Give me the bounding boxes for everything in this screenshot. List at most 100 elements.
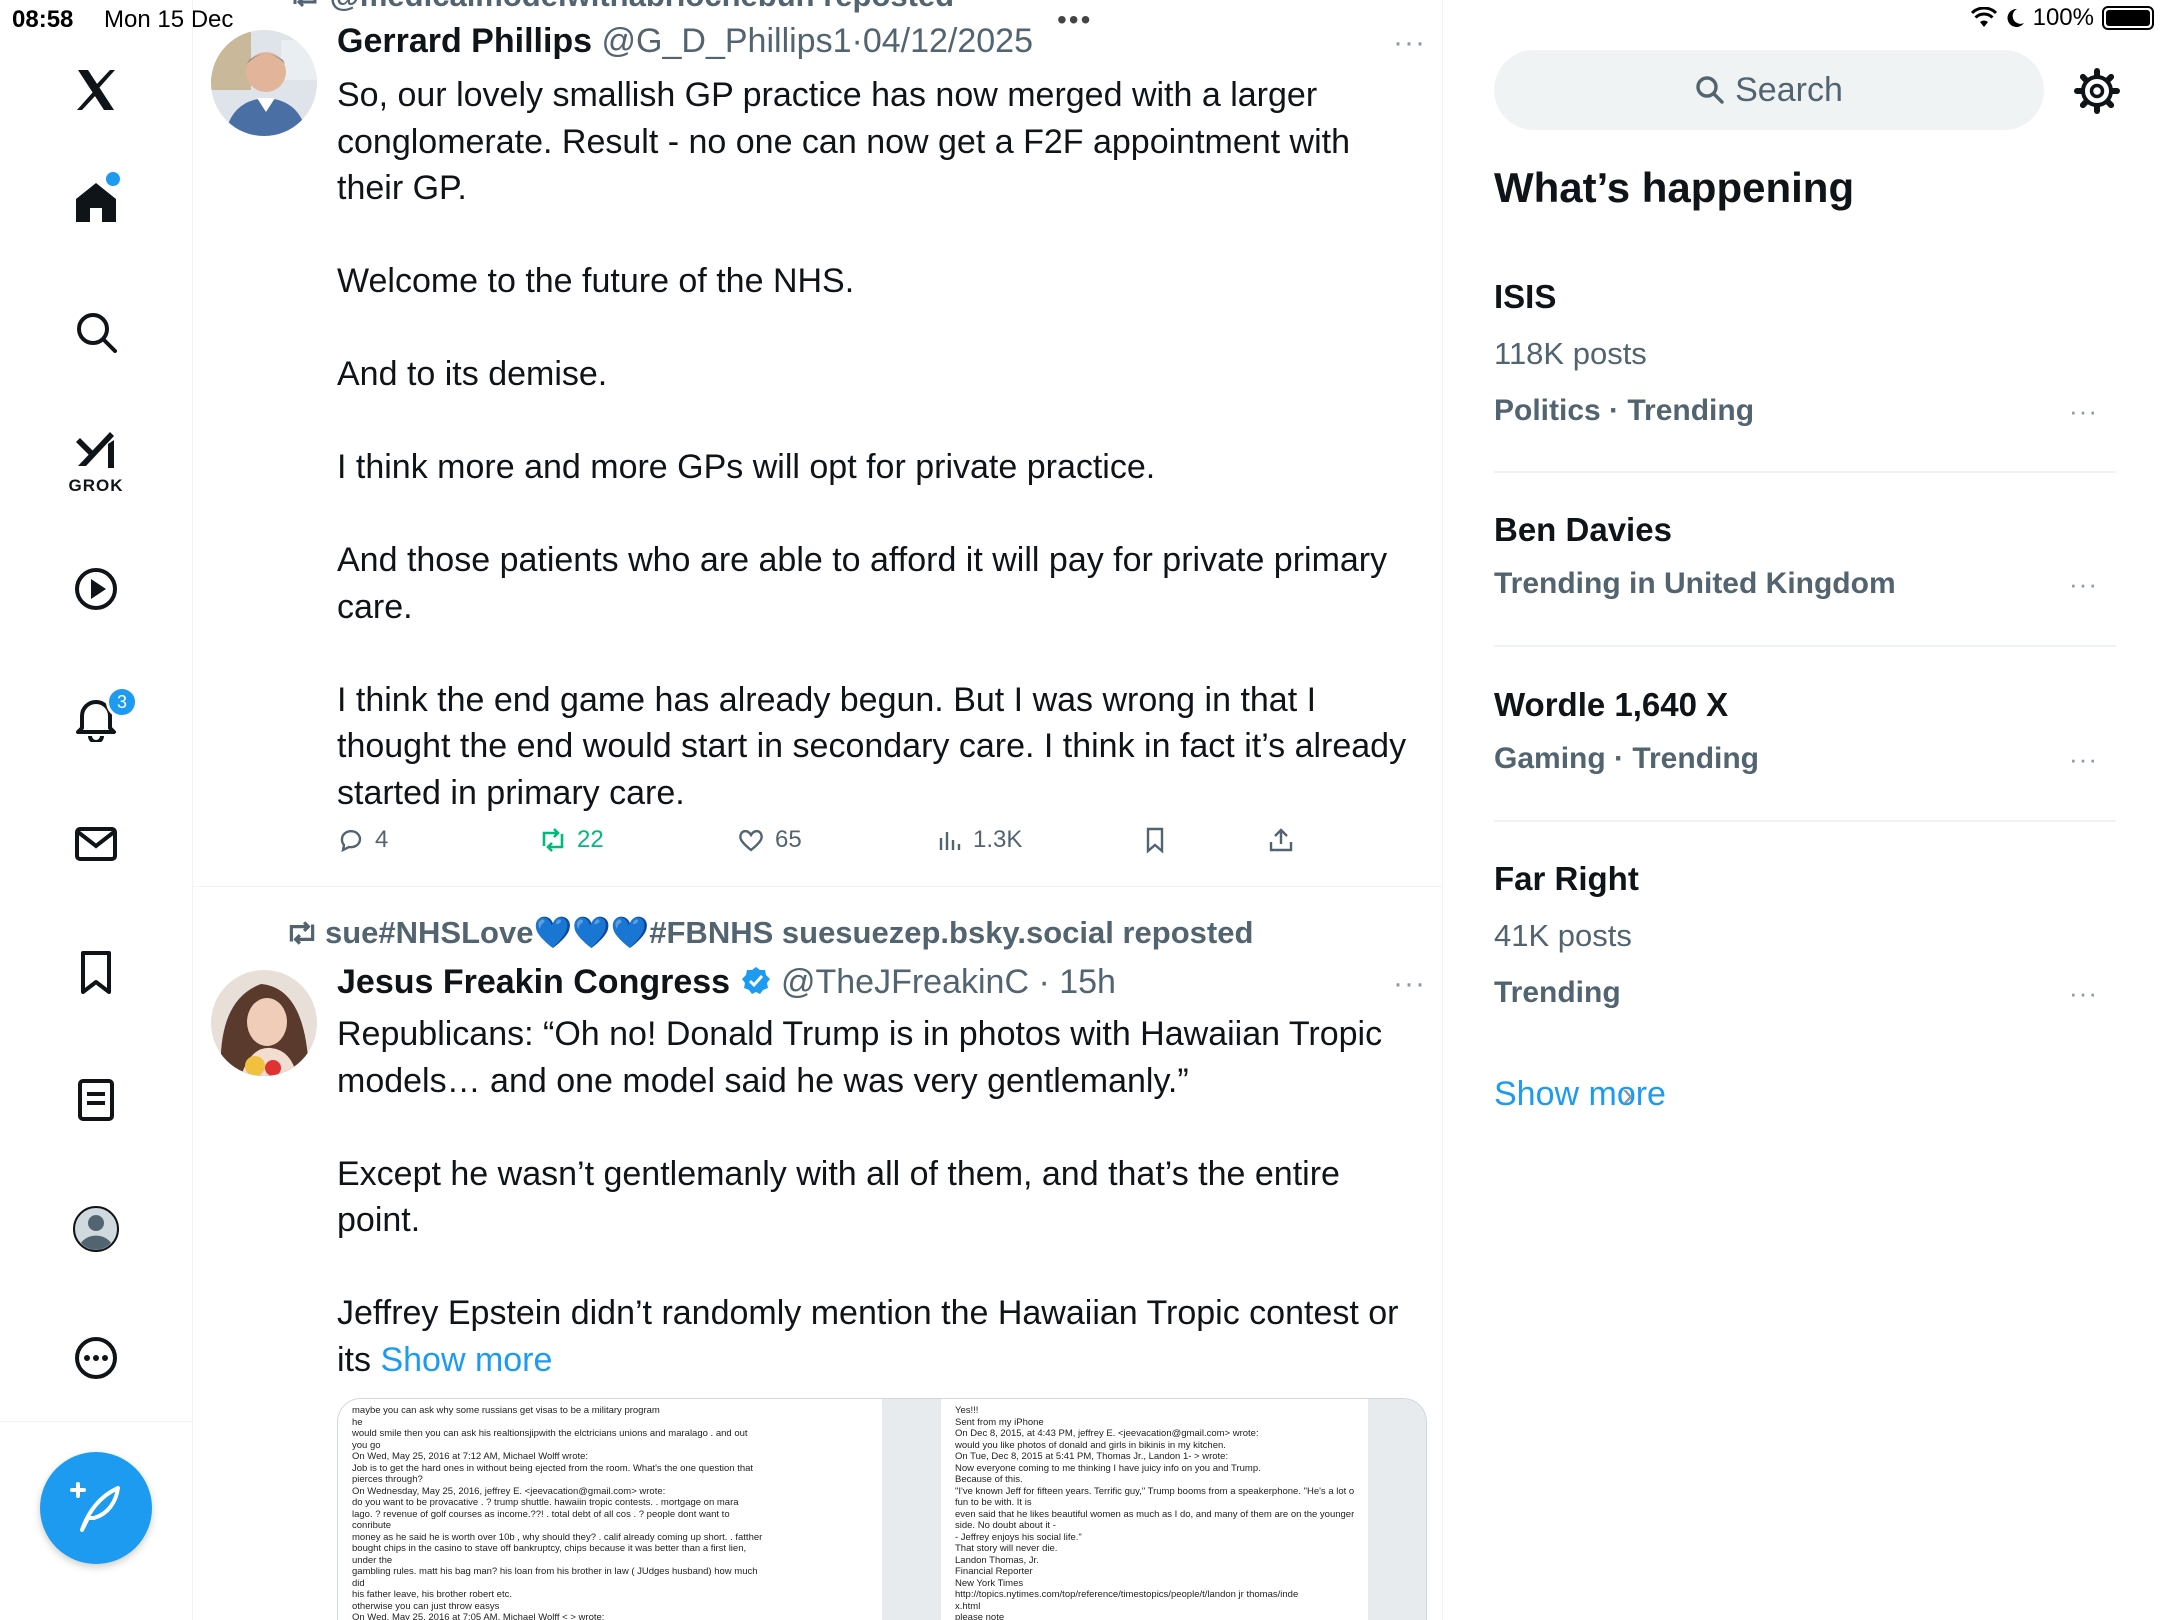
repost-button[interactable]: 22 [539, 826, 604, 854]
verified-badge-icon [741, 967, 770, 994]
media-document-right[interactable]: Yes!!! Sent from my iPhone On Dec 8, 2015,… [941, 1399, 1368, 1620]
document-line: bought chips in the casino to stave off … [352, 1543, 747, 1554]
document-line: money as he said he is worth over 10b , … [352, 1531, 763, 1543]
repost-context-text: @medicalmodelwithabriochebun reposted [330, 0, 955, 13]
document-line: otherwise you can just throw easys [352, 1600, 500, 1612]
search-placeholder: Search [1735, 70, 1843, 109]
document-line: Financial Reporter [955, 1566, 1033, 1577]
document-line: New York Times [955, 1577, 1024, 1589]
show-more-trends-link[interactable]: Show more [1494, 1075, 1666, 1114]
right-column: Search What’s happening ISIS 118K posts … [1444, 0, 2160, 1620]
repost-context[interactable]: @medicalmodelwithabriochebun reposted [289, 0, 954, 14]
document-line: On Dec 8, 2015, at 4:43 PM, jeffrey E. <… [955, 1428, 1259, 1439]
tweet-more-icon[interactable]: ··· [1393, 26, 1426, 60]
document-line: pierces through? [352, 1474, 423, 1485]
document-line: maybe you can ask why some russians get … [352, 1405, 660, 1416]
document-line: would smile then you can ask his realtio… [352, 1428, 748, 1439]
grok-icon[interactable] [64, 418, 128, 482]
tweet-time[interactable]: 04/12/2025 [863, 22, 1033, 60]
reply-button[interactable]: 4 [337, 826, 388, 854]
document-line: did [352, 1577, 365, 1589]
bookmark-icon[interactable] [64, 940, 128, 1004]
trend-title: Wordle 1,640 X [1494, 686, 1729, 723]
media-document-left[interactable]: maybe you can ask why some russians get … [338, 1399, 882, 1620]
document-line: side. No doubt about it - [955, 1520, 1056, 1531]
profile-icon[interactable] [64, 1197, 128, 1261]
trend-more-icon[interactable]: ··· [2069, 569, 2098, 600]
x-logo-icon[interactable] [64, 58, 128, 122]
document-line: he [352, 1416, 363, 1428]
home-unread-dot [106, 172, 120, 186]
avatar[interactable] [211, 30, 317, 136]
compose-button[interactable] [40, 1452, 152, 1564]
document-line: would you like photos of donald and girl… [955, 1439, 1226, 1451]
search-icon [1696, 76, 1724, 104]
play-icon[interactable] [64, 557, 128, 621]
trend-divider [1494, 471, 2116, 473]
trend-item[interactable]: Far Right 41K posts Trending ··· [1494, 860, 2116, 1040]
trend-more-icon[interactable]: ··· [2069, 744, 2098, 775]
tweet-time[interactable]: 15h [1059, 963, 1116, 1001]
document-line: Yes!!! [955, 1405, 979, 1416]
document-line: - Jeffrey enjoys his social life." [955, 1531, 1082, 1543]
list-icon[interactable] [64, 1068, 128, 1132]
gear-icon[interactable] [2074, 68, 2120, 114]
trend-post-count: 41K posts [1494, 918, 1632, 953]
share-icon [1269, 828, 1293, 852]
trend-item[interactable]: Wordle 1,640 X Gaming · Trending ··· [1494, 686, 2116, 823]
document-line: do you want to be provacative . ? trump … [352, 1497, 739, 1508]
views-button[interactable]: 1.3K [935, 826, 1022, 854]
trend-more-icon[interactable]: ··· [2069, 978, 2098, 1009]
header-separator: · [851, 22, 863, 60]
author-handle[interactable]: @G_D_Phillips1 [602, 22, 852, 60]
trend-divider [1494, 820, 2116, 822]
tweet[interactable]: @medicalmodelwithabriochebun reposted Ge… [193, 0, 1442, 887]
trend-more-icon[interactable]: ··· [2069, 396, 2098, 427]
document-line: gambling rules. matt his bag man? his lo… [352, 1566, 758, 1577]
like-button[interactable]: 65 [737, 826, 802, 854]
trend-title: Ben Davies [1494, 511, 1672, 548]
document-line: please note [955, 1612, 1005, 1620]
repost-count: 22 [577, 826, 604, 853]
bookmark-icon [1146, 827, 1164, 854]
document-line: On Wed, May 25, 2016 at 7:12 AM, Michael… [352, 1451, 589, 1462]
more-icon[interactable] [64, 1326, 128, 1390]
tweet-text: Republicans: “Oh no! Donald Trump is in … [337, 1011, 1427, 1383]
search-input[interactable]: Search [1494, 50, 2044, 130]
views-count: 1.3K [973, 826, 1023, 853]
whats-happening-title: What’s happening [1494, 164, 1855, 211]
tweet-more-icon[interactable]: ··· [1393, 967, 1426, 1001]
sidebar-divider [0, 1421, 193, 1422]
tweet-header: Jesus Freakin Congress @TheJFreakinC · 1… [337, 963, 1116, 1002]
document-line: x.html [955, 1600, 981, 1612]
grok-label: GROK [68, 476, 124, 495]
repost-context[interactable]: sue#NHSLove💙💙💙#FBNHS suesuezep.bsky.soci… [285, 914, 1253, 951]
show-more-link[interactable]: Show more [380, 1341, 552, 1379]
share-button[interactable] [1267, 826, 1295, 854]
document-line: That story will never die. [955, 1543, 1058, 1554]
chevron-right-icon[interactable]: › [1622, 1076, 1633, 1115]
tweet[interactable]: sue#NHSLove💙💙💙#FBNHS suesuezep.bsky.soci… [193, 887, 1442, 1620]
reply-count: 4 [375, 826, 389, 853]
avatar[interactable] [211, 970, 317, 1076]
trend-category: Politics · Trending [1494, 394, 1755, 427]
document-text: maybe you can ask why some russians get … [352, 1405, 868, 1620]
document-line: lago. ? revenue of golf courses as incom… [352, 1508, 730, 1520]
tweet-actions: 4 22 65 1.3K [337, 826, 1337, 866]
trend-item[interactable]: Ben Davies Trending in United Kingdom ··… [1494, 511, 2116, 648]
document-text: Yes!!! Sent from my iPhone On Dec 8, 2015,… [955, 1405, 1354, 1620]
author-name[interactable]: Jesus Freakin Congress [337, 963, 730, 1001]
author-handle[interactable]: @TheJFreakinC [781, 963, 1029, 1001]
search-icon[interactable] [64, 300, 128, 364]
repost-icon [542, 828, 564, 852]
mail-icon[interactable] [64, 812, 128, 876]
timeline[interactable]: @medicalmodelwithabriochebun reposted Ge… [193, 0, 1443, 1620]
left-sidebar: GROK 3 [0, 0, 193, 1620]
trend-title: ISIS [1494, 278, 1557, 315]
trend-category: Gaming · Trending [1494, 742, 1760, 775]
tweet-media[interactable]: maybe you can ask why some russians get … [337, 1398, 1427, 1620]
trend-item[interactable]: ISIS 118K posts Politics · Trending ··· [1494, 278, 2116, 473]
document-line: Because of this. [955, 1474, 1023, 1485]
bookmark-button[interactable] [1141, 826, 1169, 854]
author-name[interactable]: Gerrard Phillips [337, 22, 592, 60]
